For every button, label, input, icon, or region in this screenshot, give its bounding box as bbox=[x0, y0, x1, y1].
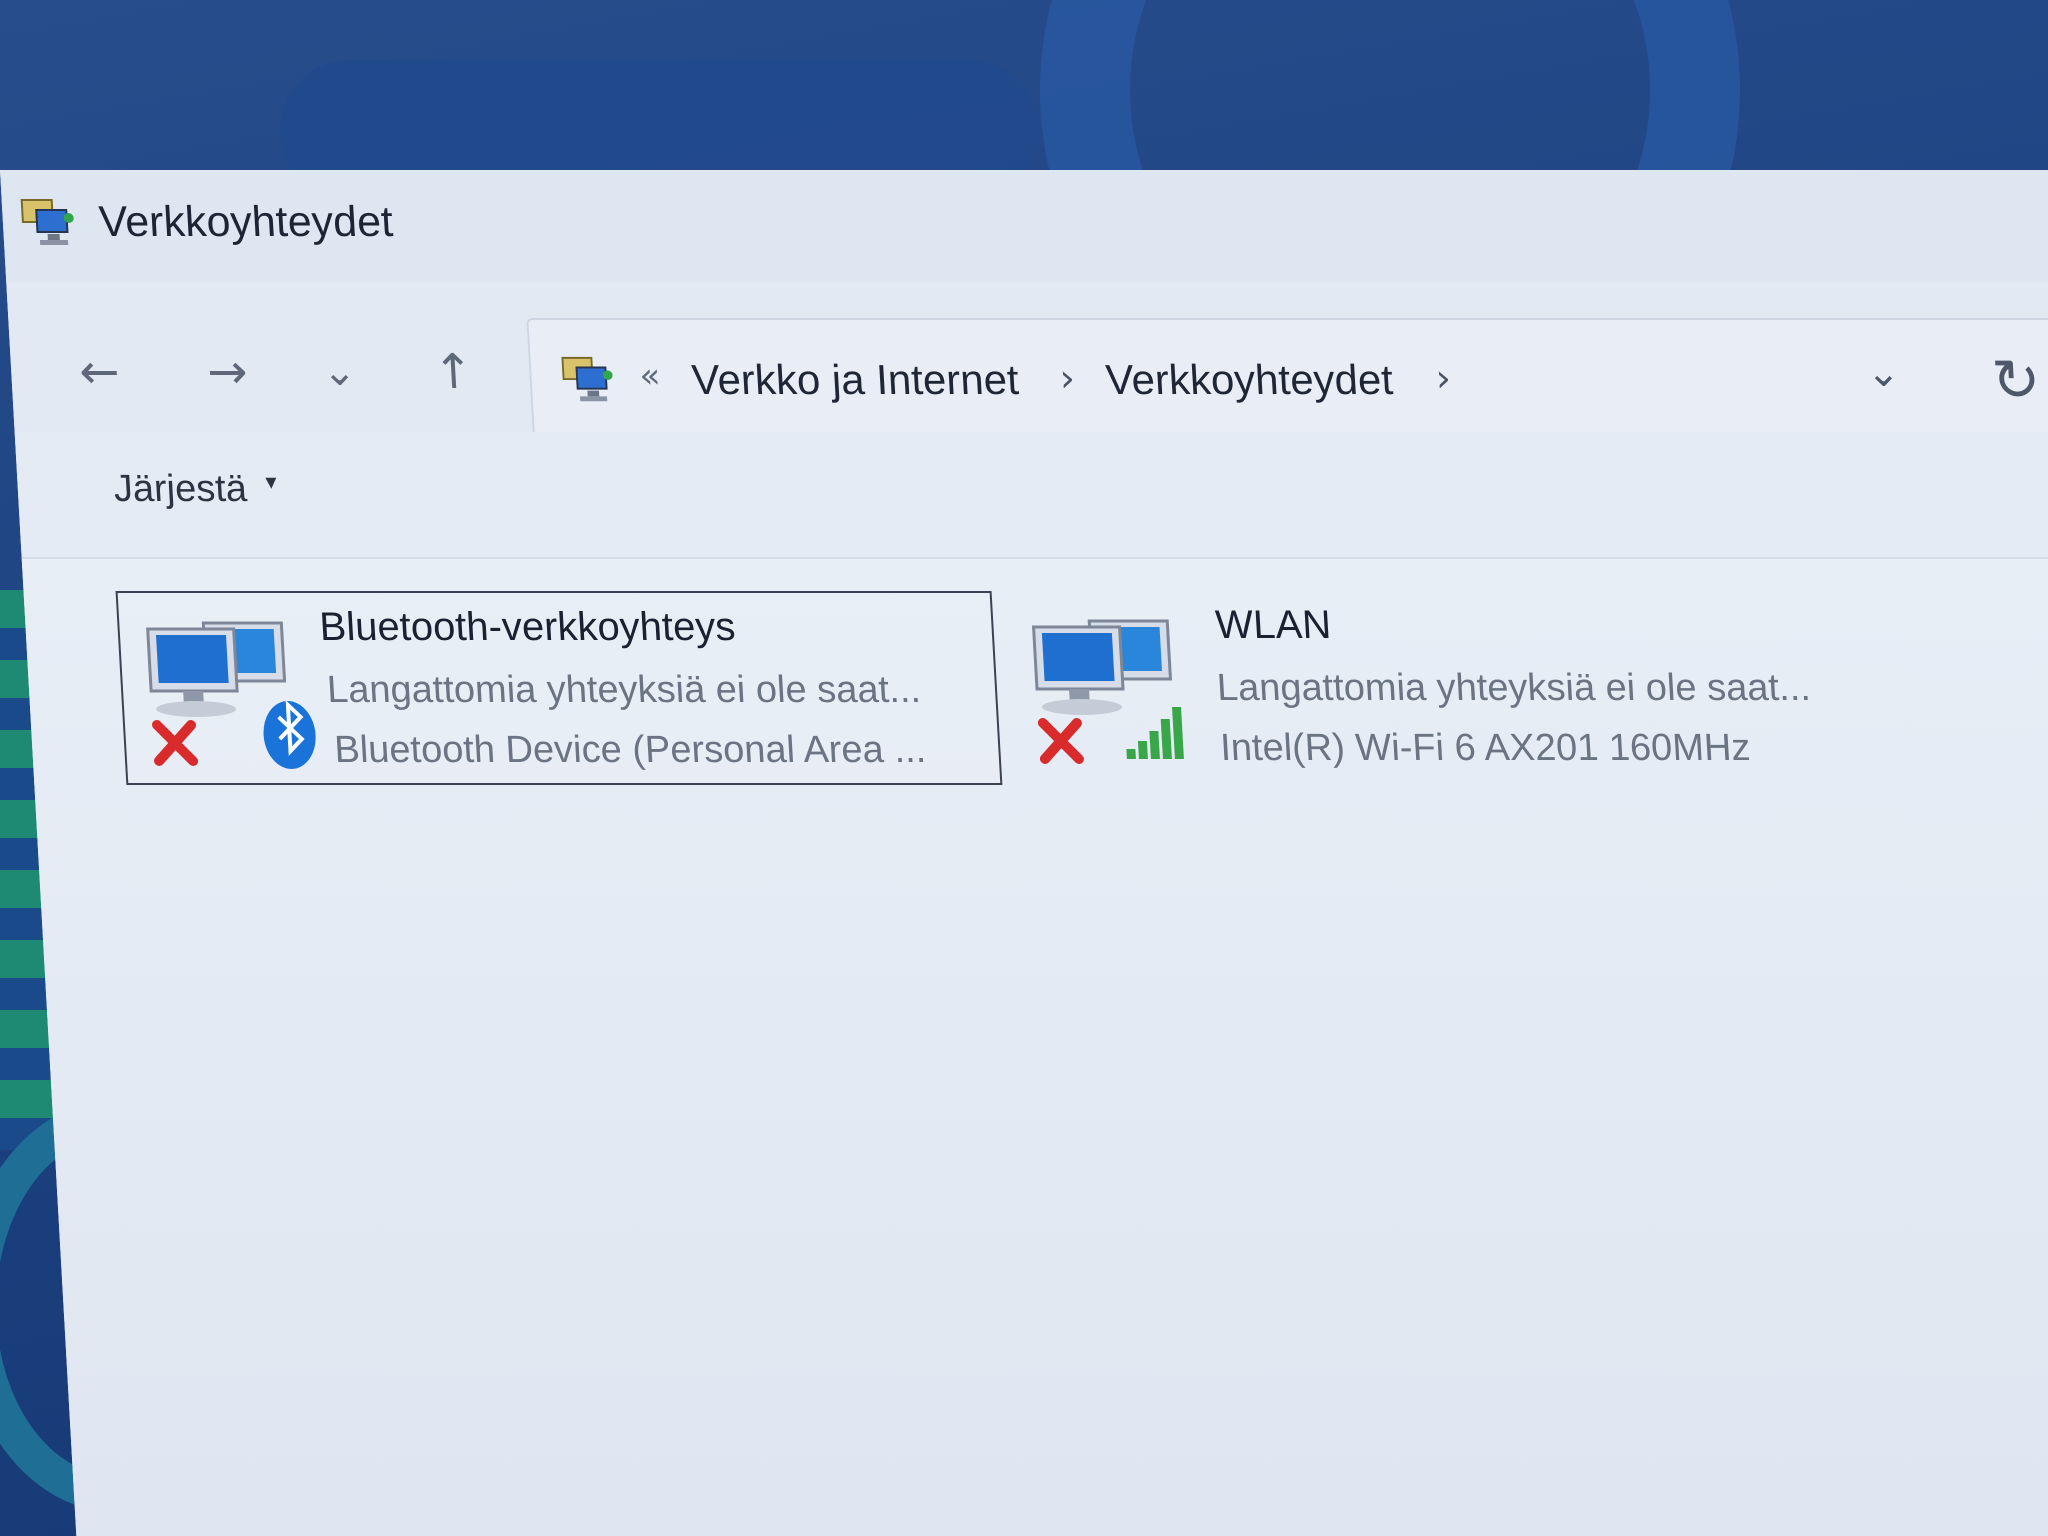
arrow-right-icon: → bbox=[205, 344, 249, 400]
address-history-dropdown[interactable]: ⌄ bbox=[1865, 350, 1901, 396]
connection-status: Langattomia yhteyksiä ei ole saat... bbox=[1215, 667, 1812, 709]
window-title: Verkkoyhteydet bbox=[97, 198, 395, 246]
breadcrumb-separator[interactable]: › bbox=[1058, 356, 1076, 400]
organize-menu[interactable]: Järjestä bbox=[113, 468, 248, 511]
breadcrumb-network-connections[interactable]: Verkkoyhteydet bbox=[1104, 356, 1394, 404]
breadcrumb-separator[interactable]: › bbox=[1434, 356, 1452, 400]
bluetooth-connection-icon bbox=[146, 621, 316, 769]
connection-item-wlan[interactable]: WLAN Langattomia yhteyksiä ei ole saat..… bbox=[1004, 591, 1887, 781]
error-x-icon bbox=[1037, 718, 1084, 764]
title-bar[interactable]: Verkkoyhteydet bbox=[0, 170, 2048, 282]
recent-locations-button[interactable]: ⌄ bbox=[308, 342, 371, 402]
network-connections-icon bbox=[20, 199, 74, 245]
refresh-button[interactable]: ↻ bbox=[1990, 346, 2042, 414]
caret-down-icon[interactable]: ▾ bbox=[265, 470, 277, 495]
navigation-bar: ← → ⌄ ↑ « Verkko ja Internet › Verkkoyht… bbox=[6, 282, 2048, 448]
breadcrumb-network-and-internet[interactable]: Verkko ja Internet bbox=[690, 356, 1020, 404]
address-bar[interactable]: « Verkko ja Internet › Verkkoyhteydet › … bbox=[526, 318, 2048, 448]
organize-label: Järjestä bbox=[112, 468, 249, 510]
breadcrumb-overflow[interactable]: « bbox=[638, 356, 661, 396]
command-bar: Järjestä ▾ bbox=[14, 432, 2048, 559]
network-connections-window: Verkkoyhteydet ← → ⌄ ↑ « Verkko ja Inter… bbox=[0, 170, 2048, 1536]
chevron-down-icon: ⌄ bbox=[1865, 350, 1902, 396]
wlan-connection-icon bbox=[1031, 619, 1184, 764]
connection-name: Bluetooth-verkkoyhteys bbox=[318, 605, 737, 649]
arrow-left-icon: ← bbox=[77, 344, 121, 400]
back-button[interactable]: ← bbox=[68, 342, 131, 402]
connection-device: Bluetooth Device (Personal Area ... bbox=[333, 729, 928, 771]
connection-item-bluetooth[interactable]: Bluetooth-verkkoyhteys Langattomia yhtey… bbox=[115, 591, 1003, 785]
wifi-signal-icon bbox=[1126, 707, 1184, 759]
refresh-icon: ↻ bbox=[1989, 346, 2043, 414]
connection-device: Intel(R) Wi-Fi 6 AX201 160MHz bbox=[1219, 727, 1752, 769]
up-button[interactable]: ↑ bbox=[422, 342, 485, 402]
connection-name: WLAN bbox=[1214, 603, 1333, 647]
connection-status: Langattomia yhteyksiä ei ole saat... bbox=[325, 669, 922, 711]
network-connections-icon bbox=[561, 356, 613, 402]
bluetooth-icon bbox=[263, 700, 316, 769]
connections-list: Bluetooth-verkkoyhteys Langattomia yhtey… bbox=[21, 559, 2048, 1536]
forward-button[interactable]: → bbox=[196, 342, 259, 402]
chevron-down-icon: ⌄ bbox=[321, 349, 358, 395]
arrow-up-icon: ↑ bbox=[431, 344, 475, 400]
error-x-icon bbox=[152, 720, 199, 766]
